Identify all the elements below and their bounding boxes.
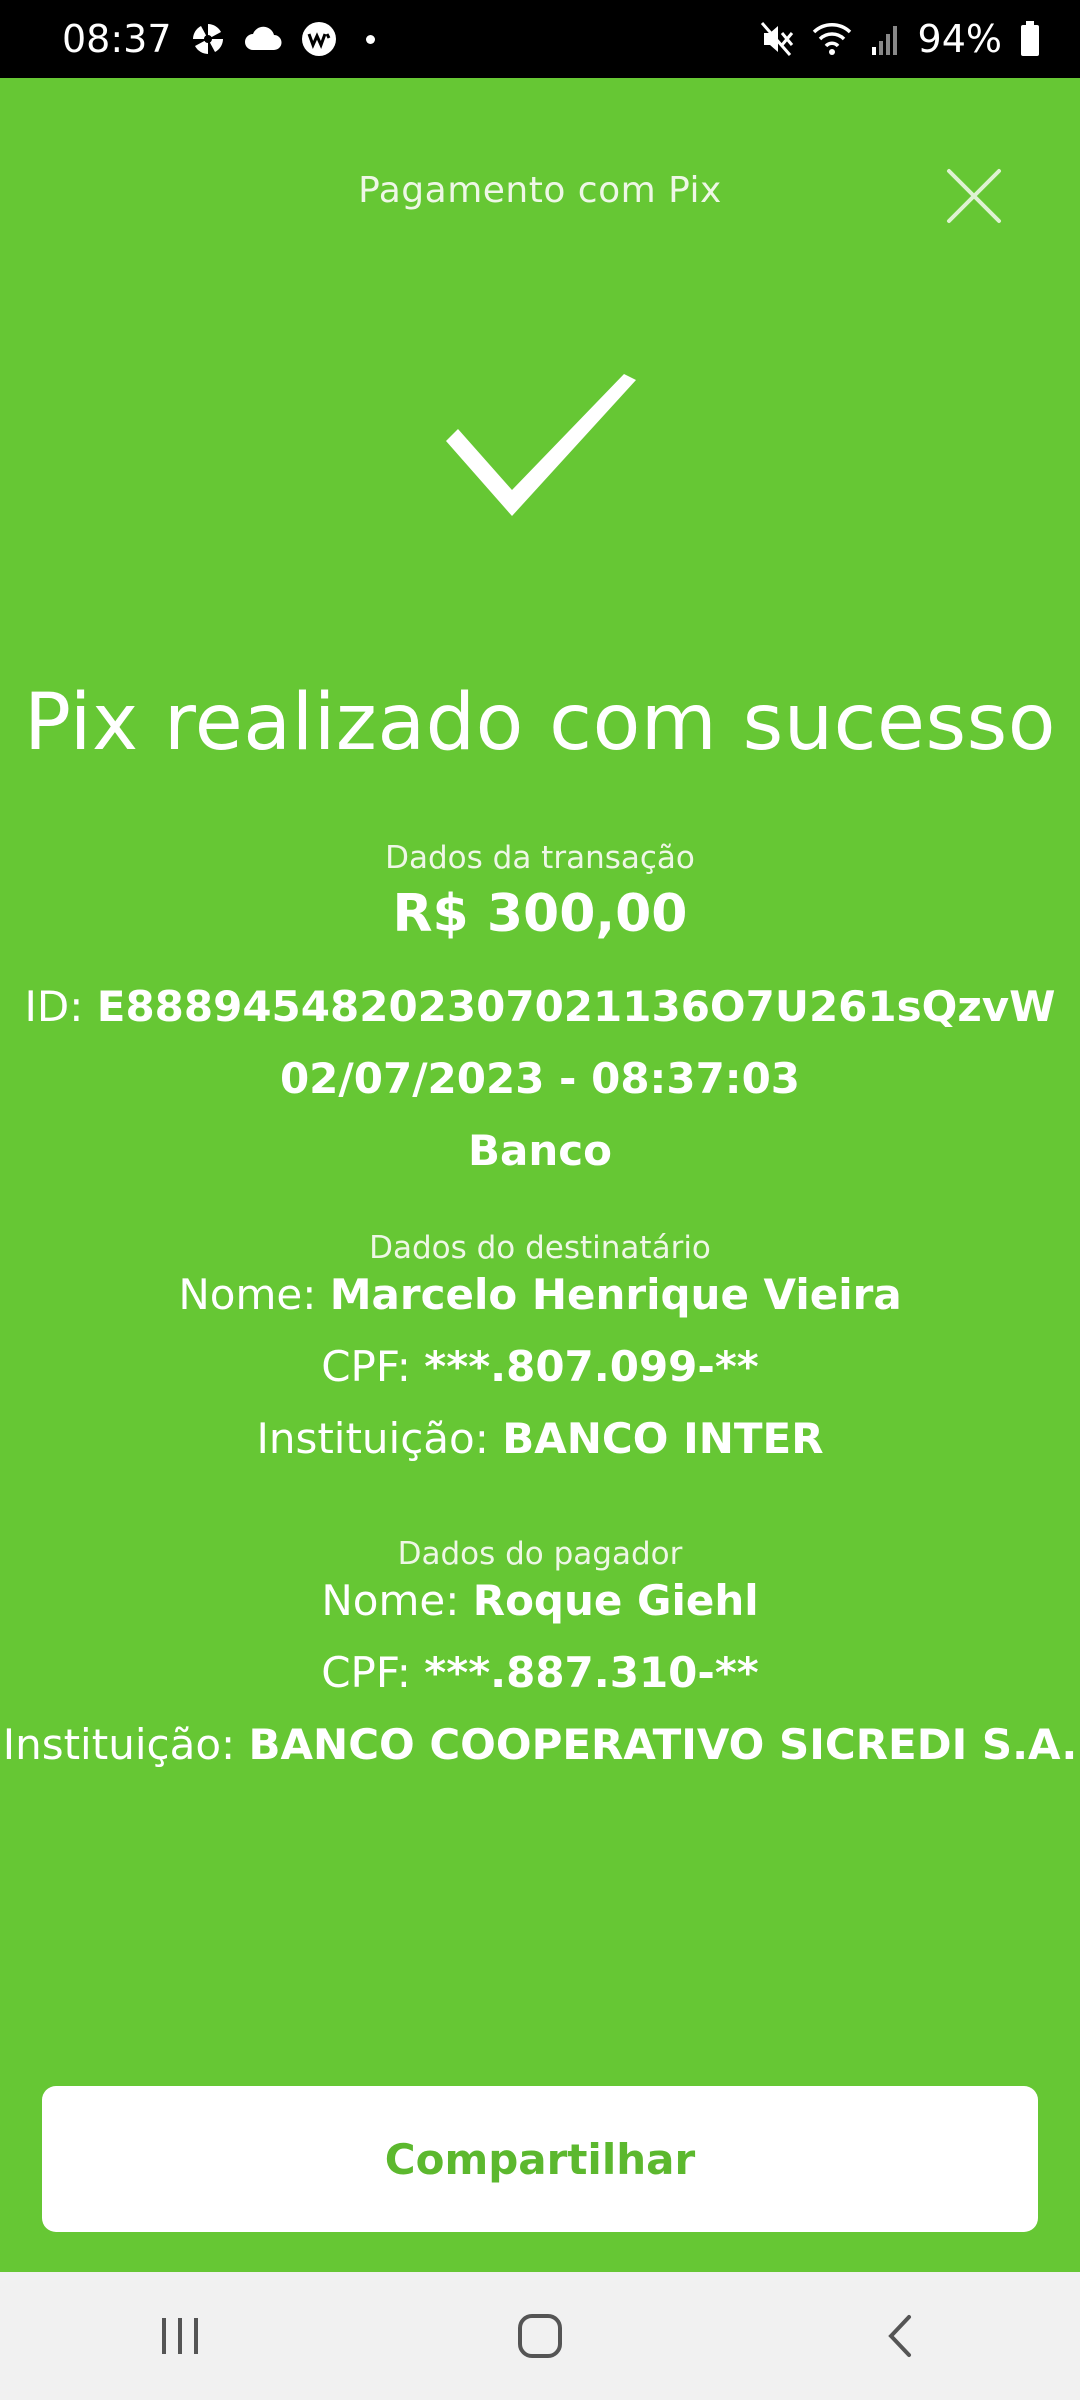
wifi-icon xyxy=(812,22,852,56)
payer-cpf: CPF: ***.887.310-** xyxy=(0,1648,1080,1697)
status-bar-right: 94% xyxy=(760,17,1040,61)
recipient-name-value: Marcelo Henrique Vieira xyxy=(329,1270,902,1319)
payer-cpf-value: ***.887.310-** xyxy=(424,1648,759,1697)
status-bar-left: 08:37 xyxy=(62,17,375,61)
payer-institution: Instituição: BANCO COOPERATIVO SICREDI S… xyxy=(0,1720,1080,1769)
transaction-type-value: Banco xyxy=(467,1126,612,1175)
back-button[interactable] xyxy=(840,2286,960,2386)
battery-percent: 94% xyxy=(917,17,1002,61)
recipient-institution: Instituição: BANCO INTER xyxy=(0,1414,1080,1463)
transaction-amount: R$ 300,00 xyxy=(392,884,688,944)
signal-icon xyxy=(870,23,900,55)
close-icon xyxy=(947,169,1001,223)
home-button[interactable] xyxy=(480,2286,600,2386)
recipient-name: Nome: Marcelo Henrique Vieira xyxy=(0,1270,1080,1319)
dot-icon xyxy=(365,34,375,44)
status-bar: 08:37 94% xyxy=(0,0,1080,78)
recent-apps-button[interactable] xyxy=(120,2286,240,2386)
recipient-cpf-label: CPF: xyxy=(321,1342,411,1391)
payer-institution-label: Instituição: xyxy=(2,1720,236,1769)
navigation-bar xyxy=(0,2272,1080,2400)
w-circle-icon xyxy=(300,20,338,58)
recent-apps-icon xyxy=(162,2318,198,2354)
close-button[interactable] xyxy=(946,168,1002,224)
home-icon xyxy=(518,2314,562,2358)
success-title: Pix realizado com sucesso xyxy=(23,678,1057,768)
transaction-datetime: 02/07/2023 - 08:37:03 xyxy=(0,1054,1080,1103)
transaction-type: Banco xyxy=(0,1126,1080,1175)
recipient-name-label: Nome: xyxy=(178,1270,317,1319)
payer-name-value: Roque Giehl xyxy=(472,1576,759,1625)
back-icon xyxy=(888,2315,911,2357)
battery-icon xyxy=(1020,21,1040,57)
transaction-id-value: E88894548202307021136O7U261sQzvW xyxy=(96,982,1056,1031)
payer-cpf-label: CPF: xyxy=(321,1648,411,1697)
pix-receipt-screen: Pagamento com Pix Pix realizado com suce… xyxy=(0,78,1080,2272)
cloud-icon xyxy=(244,26,282,52)
header-title: Pagamento com Pix xyxy=(358,170,722,211)
recipient-cpf: CPF: ***.807.099-** xyxy=(0,1342,1080,1391)
recipient-cpf-value: ***.807.099-** xyxy=(424,1342,759,1391)
recipient-institution-label: Instituição: xyxy=(256,1414,489,1463)
mute-icon xyxy=(760,21,794,57)
pinwheel-icon xyxy=(190,21,226,57)
checkmark-icon xyxy=(446,374,636,516)
payer-institution-value: BANCO COOPERATIVO SICREDI S.A. xyxy=(248,1720,1078,1769)
payer-section-label: Dados do pagador xyxy=(397,1536,683,1572)
transaction-datetime-value: 02/07/2023 - 08:37:03 xyxy=(279,1054,801,1103)
transaction-id: ID: E88894548202307021136O7U261sQzvW xyxy=(0,982,1080,1031)
payer-name: Nome: Roque Giehl xyxy=(0,1576,1080,1625)
share-button[interactable]: Compartilhar xyxy=(42,2086,1038,2232)
payer-name-label: Nome: xyxy=(321,1576,460,1625)
transaction-id-label: ID: xyxy=(24,982,84,1031)
recipient-section-label: Dados do destinatário xyxy=(369,1230,711,1266)
recipient-institution-value: BANCO INTER xyxy=(502,1414,824,1463)
status-time: 08:37 xyxy=(62,17,172,61)
transaction-section-label: Dados da transação xyxy=(385,840,695,876)
